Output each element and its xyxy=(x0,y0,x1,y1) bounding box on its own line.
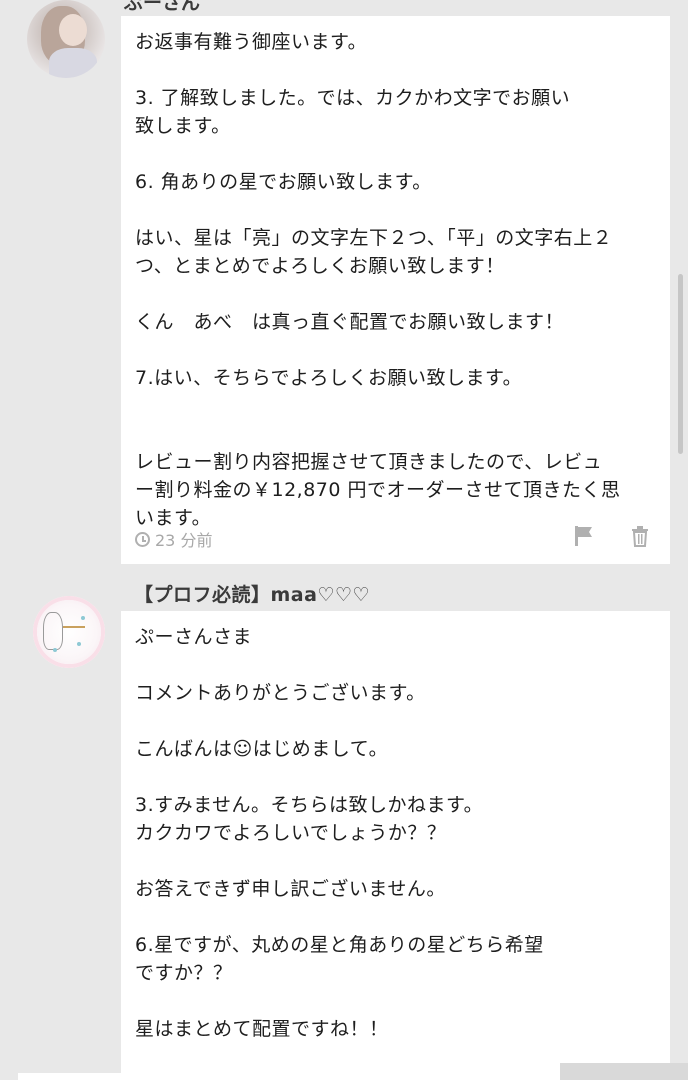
timestamp-text: 23 分前 xyxy=(155,531,213,550)
avatar-clothing xyxy=(49,48,97,78)
avatar-dot xyxy=(53,648,57,652)
avatar-doodle-line xyxy=(63,626,85,628)
bottom-input-area xyxy=(18,1073,558,1080)
message-card-1: お返事有難う御座います。 3. 了解致しました。では、カクかわ文字でお願い 致し… xyxy=(121,16,670,564)
flag-icon[interactable] xyxy=(573,524,595,548)
user-avatar-2[interactable] xyxy=(33,596,105,668)
message-body-2: ぷーさんさま コメントありがとうございます。 こんばんは☺はじめまして。 3.す… xyxy=(135,626,544,1040)
user-avatar-1[interactable] xyxy=(27,0,105,78)
avatar-dot xyxy=(81,616,85,620)
avatar-doodle xyxy=(43,612,63,650)
bottom-right-panel xyxy=(560,1063,688,1080)
avatar-dot xyxy=(77,642,81,646)
top-author-name[interactable]: ぷーさん xyxy=(124,0,200,15)
message-card-2: ぷーさんさま コメントありがとうございます。 こんばんは☺はじめまして。 3.す… xyxy=(121,611,670,1080)
message-timestamp: 23 分前 xyxy=(135,527,212,551)
message-body-1: お返事有難う御座います。 3. 了解致しました。では、カクかわ文字でお願い 致し… xyxy=(135,31,621,529)
trash-icon[interactable] xyxy=(629,524,651,548)
comment-thread-screen: ぷーさん お返事有難う御座います。 3. 了解致しました。では、カクかわ文字でお… xyxy=(0,0,688,1080)
author-name-2[interactable]: 【プロフ必読】maa♡♡♡ xyxy=(134,580,370,607)
avatar-face xyxy=(59,14,87,46)
scrollbar-thumb[interactable] xyxy=(678,274,683,454)
clock-icon xyxy=(135,531,150,547)
